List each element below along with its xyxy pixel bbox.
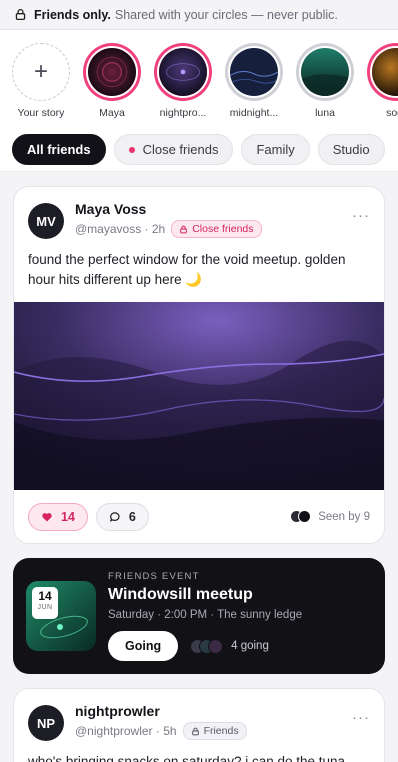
attendee-avatars xyxy=(190,638,224,654)
event-kicker: FRIENDS EVENT xyxy=(108,571,200,582)
audience-badge: Close friends xyxy=(171,220,262,238)
avatar[interactable]: NP xyxy=(28,705,64,741)
lock-icon xyxy=(191,727,199,735)
going-button[interactable]: Going xyxy=(108,631,179,661)
story-avatar-image xyxy=(372,48,398,96)
story-name: Maya xyxy=(99,107,125,119)
chip-label: Close friends xyxy=(142,142,219,157)
post-author-name[interactable]: nightprowler xyxy=(75,703,247,719)
chip-close-friends[interactable]: Close friends xyxy=(113,134,234,165)
chip-family[interactable]: Family xyxy=(241,134,310,165)
avatar[interactable]: MV xyxy=(28,203,64,239)
story-maya[interactable]: Maya xyxy=(83,43,141,128)
more-options-icon[interactable]: ··· xyxy=(352,207,370,224)
story-name: soot xyxy=(386,107,398,119)
filter-chips: All friends Close friends Family Studio xyxy=(0,128,398,172)
stories-row: + Your story Maya nightpro... midnight..… xyxy=(0,30,398,128)
story-name: luna xyxy=(315,107,335,119)
post-text: found the perfect window for the void me… xyxy=(28,252,346,287)
story-midnight[interactable]: midnight... xyxy=(225,43,283,128)
going-count-label: 4 going xyxy=(231,640,269,652)
event-title: Windowsill meetup xyxy=(108,586,253,603)
story-nightprowler[interactable]: nightpro... xyxy=(154,43,212,128)
banner-text: Shared with your circles — never public. xyxy=(114,7,338,22)
story-avatar-image xyxy=(301,48,349,96)
story-name: midnight... xyxy=(229,107,279,119)
event-image: 14 JUN xyxy=(26,581,96,651)
pink-dot-icon xyxy=(128,146,135,153)
seen-by[interactable]: Seen by 9 xyxy=(290,510,370,523)
story-avatar-image xyxy=(88,48,136,96)
story-luna[interactable]: luna xyxy=(296,43,354,128)
audience-label: Close friends xyxy=(192,223,254,235)
feed: MV Maya Voss @mayavoss · 2h Close friend… xyxy=(0,172,398,762)
event-date-badge: 14 JUN xyxy=(32,587,58,619)
event-day: 14 xyxy=(38,589,52,603)
post-text: who's bringing snacks on saturday? i can… xyxy=(28,754,346,762)
add-story-button[interactable]: + xyxy=(12,43,70,101)
event-month: JUN xyxy=(37,604,53,611)
post-handle-time: @nightprowler · 5h xyxy=(75,724,177,738)
story-your-story[interactable]: + Your story xyxy=(12,43,70,128)
heart-icon xyxy=(42,512,52,521)
audience-label: Friends xyxy=(203,725,239,737)
seen-by-label: Seen by 9 xyxy=(318,510,370,523)
attendees[interactable]: 4 going xyxy=(190,638,269,654)
comment-count: 6 xyxy=(128,509,136,524)
story-avatar-image xyxy=(159,48,207,96)
post-image[interactable] xyxy=(14,302,384,490)
banner-strong: Friends only. xyxy=(34,7,111,22)
story-name: nightpro... xyxy=(159,107,207,119)
lock-icon xyxy=(180,225,188,233)
chip-all-friends[interactable]: All friends xyxy=(12,134,106,165)
more-options-icon[interactable]: ··· xyxy=(352,709,370,726)
comment-icon xyxy=(109,511,120,522)
lock-icon xyxy=(15,8,26,21)
post-card: NP nightprowler @nightprowler · 5h Frien… xyxy=(13,688,385,762)
post-card: MV Maya Voss @mayavoss · 2h Close friend… xyxy=(13,186,385,544)
viewer-avatars xyxy=(290,510,312,523)
privacy-banner: Friends only. Shared with your circles —… xyxy=(0,0,398,30)
chip-studio[interactable]: Studio xyxy=(317,134,385,165)
comment-button[interactable]: 6 xyxy=(95,502,149,531)
audience-badge: Friends xyxy=(182,722,247,740)
post-handle-time: @mayavoss · 2h xyxy=(75,222,166,236)
story-avatar-image xyxy=(230,48,278,96)
story-soot[interactable]: soot xyxy=(367,43,398,128)
event-card[interactable]: 14 JUN FRIENDS EVENT Windowsill meetup S… xyxy=(13,558,385,674)
like-button[interactable]: 14 xyxy=(28,502,88,531)
like-count: 14 xyxy=(61,509,75,524)
story-name: Your story xyxy=(17,107,65,119)
wave-artwork xyxy=(14,302,384,490)
post-author-name[interactable]: Maya Voss xyxy=(75,201,262,217)
plus-icon: + xyxy=(33,58,48,85)
event-when: Saturday · 2:00 PM · The sunny ledge xyxy=(108,609,303,621)
